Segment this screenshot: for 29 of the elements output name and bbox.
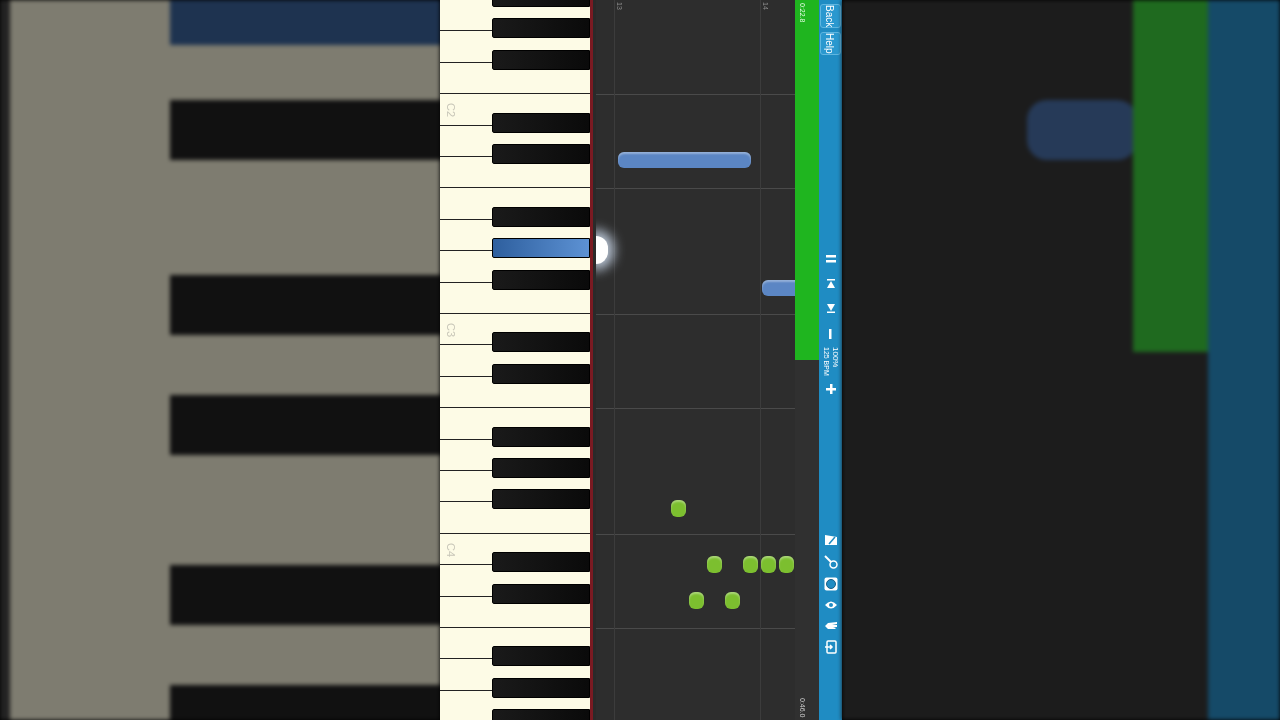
- exit-icon[interactable]: [824, 639, 837, 654]
- sharp-key[interactable]: [492, 552, 590, 573]
- sharp-key[interactable]: [492, 363, 590, 384]
- sharp-key[interactable]: [492, 489, 590, 510]
- tempo-percent: 100%: [830, 346, 839, 370]
- sharp-key[interactable]: [492, 238, 590, 259]
- magnifier-icon[interactable]: [823, 554, 838, 569]
- minus-icon[interactable]: [829, 328, 832, 339]
- plus-icon[interactable]: [825, 383, 836, 394]
- sharp-key[interactable]: [492, 646, 590, 667]
- sharp-key[interactable]: [492, 112, 590, 133]
- eye-icon[interactable]: [823, 599, 838, 610]
- skip-back-icon[interactable]: [826, 278, 835, 288]
- sharp-key[interactable]: [492, 426, 590, 447]
- sidebar-button[interactable]: Back: [820, 4, 841, 29]
- pause-icon[interactable]: [825, 254, 836, 263]
- hand-icon[interactable]: [823, 619, 838, 630]
- metronome-icon[interactable]: [823, 533, 838, 546]
- sharp-key[interactable]: [492, 206, 590, 227]
- sharp-key[interactable]: [492, 332, 590, 353]
- sharp-key[interactable]: [492, 269, 590, 290]
- sharp-key[interactable]: [492, 583, 590, 604]
- sharp-key[interactable]: [492, 18, 590, 39]
- sharp-key[interactable]: [492, 49, 590, 70]
- sidebar-button[interactable]: Help: [820, 32, 841, 55]
- key-glow: [596, 236, 608, 264]
- sharp-key[interactable]: [492, 677, 590, 698]
- loop-icon[interactable]: [823, 576, 838, 591]
- skip-forward-icon[interactable]: [826, 303, 835, 313]
